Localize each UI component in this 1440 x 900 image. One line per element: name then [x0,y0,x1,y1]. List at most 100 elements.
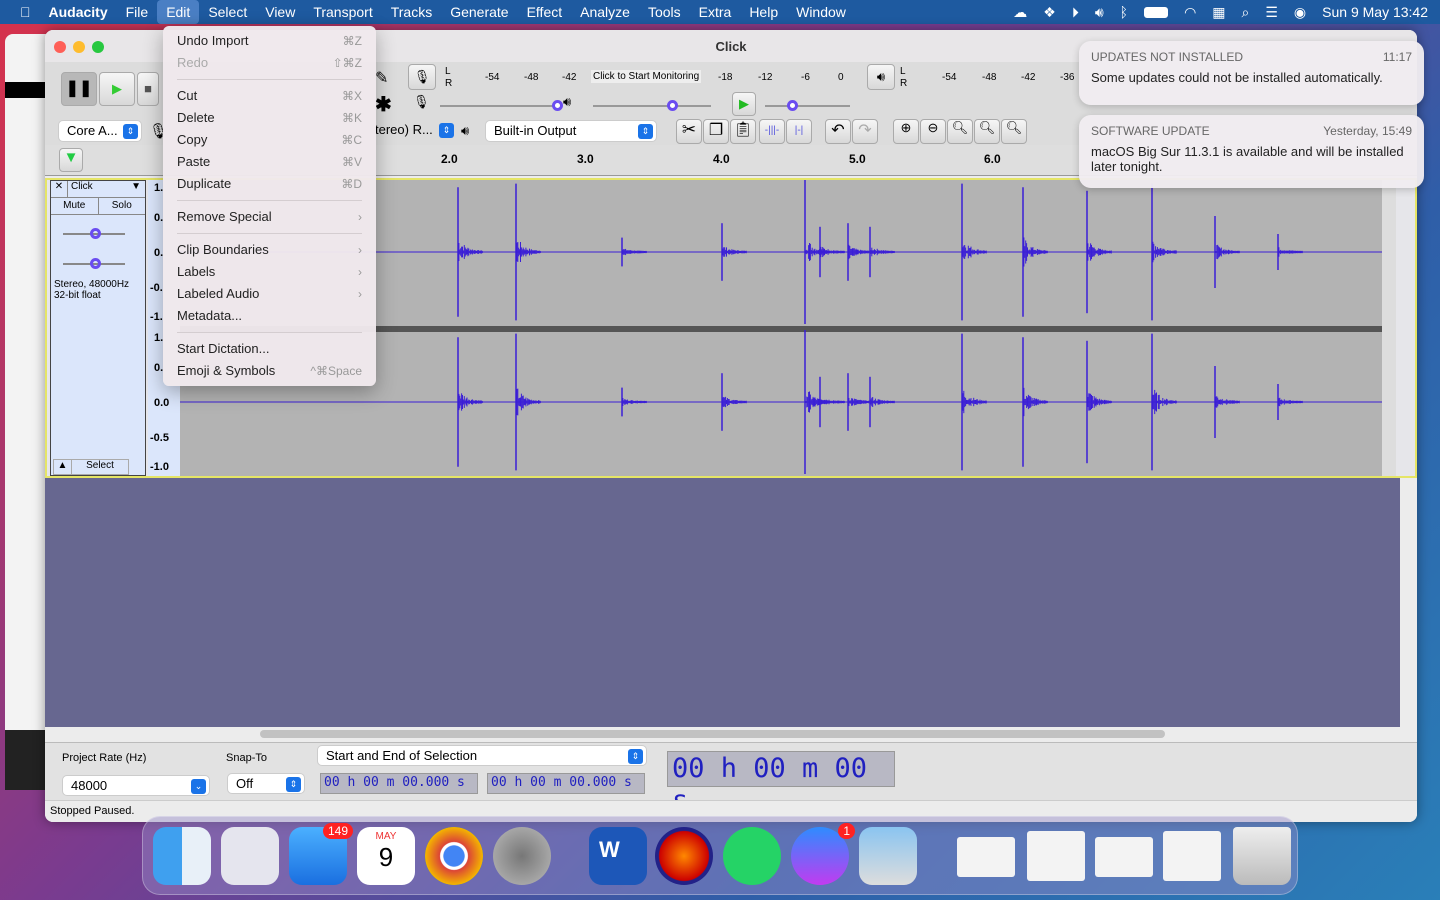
menu-item-paste[interactable]: Paste ⌘V [163,151,376,173]
menu-edit[interactable]: Edit [157,0,200,24]
copy-icon[interactable]: ❐ [703,119,729,144]
fit-selection-icon[interactable]: 🔍︎ [947,119,973,144]
pause-button[interactable]: ❚❚ [61,72,97,106]
dropbox-icon[interactable]: ❖ [1043,4,1056,21]
dock-preview[interactable] [859,827,917,885]
playback-volume-slider[interactable] [593,100,711,111]
play-status-icon[interactable]: ⏵ [1072,4,1079,21]
apple-menu-icon[interactable]:  [0,0,40,24]
mute-button[interactable]: Mute [51,198,99,214]
start-monitoring-button[interactable]: Click to Start Monitoring [591,70,702,83]
track-name-menu[interactable]: Click [68,181,131,197]
dock-minimized-window[interactable] [957,837,1015,877]
app-menu[interactable]: Audacity [40,0,117,24]
zoom-button[interactable] [92,41,104,53]
host-select[interactable]: Core A... ⇕ [58,120,142,142]
undo-icon[interactable]: ↶ [825,119,851,144]
menu-item-labels[interactable]: Labels › [163,261,376,283]
dock-minimized-window[interactable] [1163,831,1221,881]
track-control-panel[interactable]: ✕ Click ▼ Mute Solo Stereo, 48000Hz 32-bi… [50,180,146,476]
siri-icon[interactable]: ◉ [1294,4,1306,21]
menu-extra[interactable]: Extra [690,0,741,24]
keyboard-icon[interactable]: ▦ [1212,4,1225,21]
selection-mode-select[interactable]: Start and End of Selection ⇕ [317,745,647,766]
notification-software-update[interactable]: SOFTWARE UPDATE Yesterday, 15:49 macOS Bi… [1079,115,1424,188]
menu-file[interactable]: File [117,0,158,24]
record-volume-slider[interactable] [440,100,563,111]
menu-item-start-dictation[interactable]: Start Dictation... [163,338,376,360]
track-menu-arrow-icon[interactable]: ▼ [131,181,145,197]
clock[interactable]: Sun 9 May 13:42 [1322,4,1428,20]
select-track-button[interactable]: Select [72,460,128,474]
play-speed-slider[interactable] [765,100,850,111]
close-button[interactable] [54,41,66,53]
record-meter[interactable]: LR -54 -48 -42 Click to Start Monitoring… [445,66,845,90]
empty-track-area[interactable] [45,478,1400,727]
selection-end-time[interactable]: 00 h 00 m 00.000 s [487,773,645,794]
volume-icon[interactable]: 🔊︎ [1095,4,1104,21]
scrollbar-thumb[interactable] [260,730,1165,738]
dock-finder[interactable] [153,827,211,885]
menu-item-remove-special[interactable]: Remove Special › [163,206,376,228]
menu-transport[interactable]: Transport [304,0,381,24]
menu-select[interactable]: Select [199,0,256,24]
pencil-tool-icon[interactable]: ✎ [375,68,388,88]
dock-word[interactable]: W [589,827,647,885]
dock-audacity[interactable] [655,827,713,885]
menu-item-labeled-audio[interactable]: Labeled Audio › [163,283,376,305]
menu-item-undo-import[interactable]: Undo Import ⌘Z [163,30,376,52]
solo-button[interactable]: Solo [99,198,146,214]
play-button[interactable]: ▶ [99,72,135,106]
dock-minimized-window[interactable] [1027,831,1085,881]
menu-window[interactable]: Window [787,0,855,24]
stop-button[interactable]: ■ [137,72,159,106]
menu-view[interactable]: View [256,0,304,24]
dock-whatsapp[interactable] [723,827,781,885]
dock-chrome[interactable] [425,827,483,885]
timeline-options-icon[interactable]: ▼ [59,148,83,172]
pan-slider[interactable] [63,258,125,269]
multi-tool-icon[interactable]: ✱ [375,92,392,117]
menu-help[interactable]: Help [740,0,787,24]
playback-meter-speaker-icon[interactable]: 🔊︎ [867,64,895,90]
dock-trash[interactable] [1233,827,1291,885]
horizontal-scrollbar[interactable] [45,727,1417,742]
menu-tracks[interactable]: Tracks [382,0,441,24]
icloud-icon[interactable]: ☁ [1013,4,1027,21]
notification-updates[interactable]: UPDATES NOT INSTALLED 11:17 Some updates … [1079,41,1424,105]
control-center-icon[interactable]: ☰ [1265,4,1278,21]
menu-item-emoji-symbols[interactable]: Emoji & Symbols ^⌘Space [163,360,376,382]
snap-to-select[interactable]: Off ⇕ [227,773,305,794]
play-at-speed-button[interactable]: ▶ [732,92,756,116]
dock-minimized-window[interactable] [1095,837,1153,877]
silence-icon[interactable]: |-| [786,119,812,144]
menu-generate[interactable]: Generate [441,0,517,24]
menu-item-metadata[interactable]: Metadata... [163,305,376,327]
zoom-out-icon[interactable]: ⊖ [920,119,946,144]
zoom-in-icon[interactable]: ⊕ [893,119,919,144]
fit-project-icon[interactable]: 🔍︎ [974,119,1000,144]
bluetooth-icon[interactable]: ᛒ [1120,4,1128,20]
project-rate-select[interactable]: 48000 ⌄ [62,775,210,796]
playback-meter[interactable]: LR -54 -48 -42 -36 [900,66,1080,90]
recording-device-select[interactable]: tereo) R... ⇕ [375,120,457,142]
zoom-toggle-icon[interactable]: 🔍︎ [1001,119,1027,144]
record-meter-mic-icon[interactable]: 🎙︎ [408,64,436,90]
dock-system-preferences[interactable] [493,827,551,885]
spotlight-icon[interactable]: ⌕ [1242,4,1250,21]
cut-icon[interactable]: ✂ [676,119,702,144]
dock-mail[interactable]: 149 [289,823,353,885]
battery-icon[interactable] [1144,6,1169,18]
menu-item-copy[interactable]: Copy ⌘C [163,129,376,151]
selection-start-time[interactable]: 00 h 00 m 00.000 s [320,773,478,794]
redo-icon[interactable]: ↷ [852,119,878,144]
dock-messenger[interactable]: 1 [791,823,855,885]
wifi-icon[interactable]: ◠ [1184,4,1196,21]
playback-device-select[interactable]: Built-in Output ⇕ [485,120,657,142]
dock-calendar[interactable]: MAY 9 [357,827,415,885]
menu-item-delete[interactable]: Delete ⌘K [163,107,376,129]
minimize-button[interactable] [73,41,85,53]
gain-slider[interactable] [63,228,125,239]
trim-icon[interactable]: -|||- [759,119,785,144]
dock-launchpad[interactable] [221,827,279,885]
